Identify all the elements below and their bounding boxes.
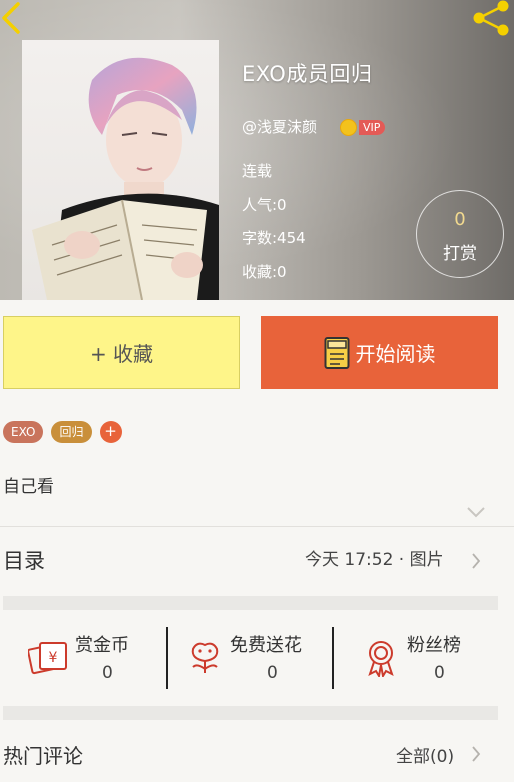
divider (166, 627, 168, 689)
start-reading-label: 开始阅读 (355, 342, 436, 366)
popularity-count: 人气:0 (242, 196, 287, 214)
vip-badge: VIP (340, 118, 386, 136)
fan-leaderboard[interactable]: 粉丝榜 0 (364, 627, 499, 689)
back-button[interactable] (0, 0, 30, 36)
share-icon (473, 0, 509, 36)
novel-detail-page: EXO成员回归 @浅夏沫颜 VIP 连载 人气:0 字数:454 收藏:0 0 … (0, 0, 514, 782)
toc-title[interactable]: 目录 (3, 545, 45, 575)
tip-count: 0 (454, 209, 466, 230)
section-separator (3, 706, 498, 720)
add-tag-button[interactable]: + (99, 421, 122, 443)
free-flower-gift[interactable]: 免费送花 0 (187, 627, 327, 689)
author-link[interactable]: @浅夏沫颜 (242, 116, 317, 137)
stat-label: 赏金币 (75, 635, 129, 656)
tip-button[interactable]: 0 打赏 (416, 190, 504, 278)
latest-update[interactable]: 今天 17:52 · 图片 (305, 545, 444, 570)
chevron-left-icon (2, 2, 20, 34)
coin-card-icon: ¥ (28, 642, 67, 675)
cover-illustration (22, 40, 219, 300)
collect-label: + 收藏 (89, 342, 154, 366)
stat-value: 0 (102, 663, 113, 683)
all-comments-link[interactable]: 全部(0) (396, 742, 454, 767)
svg-text:¥: ¥ (49, 650, 58, 666)
stat-value: 0 (434, 663, 445, 683)
book-cover-image[interactable] (22, 40, 219, 300)
collect-button[interactable]: + 收藏 (3, 316, 240, 389)
tag-comeback[interactable]: 回归 (51, 421, 92, 443)
chevron-right-icon[interactable] (471, 745, 481, 763)
vip-label: VIP (359, 119, 386, 135)
stat-label: 粉丝榜 (407, 635, 461, 656)
stat-value: 0 (267, 663, 278, 683)
tag-list: EXO 回归 + (3, 421, 122, 443)
serial-status: 连载 (242, 162, 273, 180)
flower-icon (191, 642, 219, 673)
hot-comments-title: 热门评论 (3, 744, 83, 768)
tag-exo[interactable]: EXO (3, 421, 44, 443)
award-ribbon-icon (368, 641, 394, 677)
expand-summary-button[interactable] (466, 504, 486, 518)
book-icon (324, 336, 349, 369)
favorites-count: 收藏:0 (242, 263, 287, 281)
start-reading-button[interactable]: 开始阅读 (261, 316, 498, 389)
chevron-down-icon (467, 507, 485, 518)
divider (332, 627, 334, 689)
stat-label: 免费送花 (230, 635, 302, 656)
section-separator (3, 596, 498, 610)
chevron-right-icon[interactable] (471, 552, 481, 570)
divider (0, 526, 514, 527)
book-title: EXO成员回归 (242, 62, 373, 86)
book-summary: 自己看 (3, 477, 54, 497)
gold-coin-reward[interactable]: ¥ 赏金币 0 (28, 627, 163, 689)
tip-label: 打赏 (443, 244, 477, 264)
word-count: 字数:454 (242, 229, 306, 247)
book-header: EXO成员回归 @浅夏沫颜 VIP 连载 人气:0 字数:454 收藏:0 0 … (0, 0, 514, 300)
share-button[interactable] (470, 0, 510, 36)
sun-icon (340, 118, 357, 136)
